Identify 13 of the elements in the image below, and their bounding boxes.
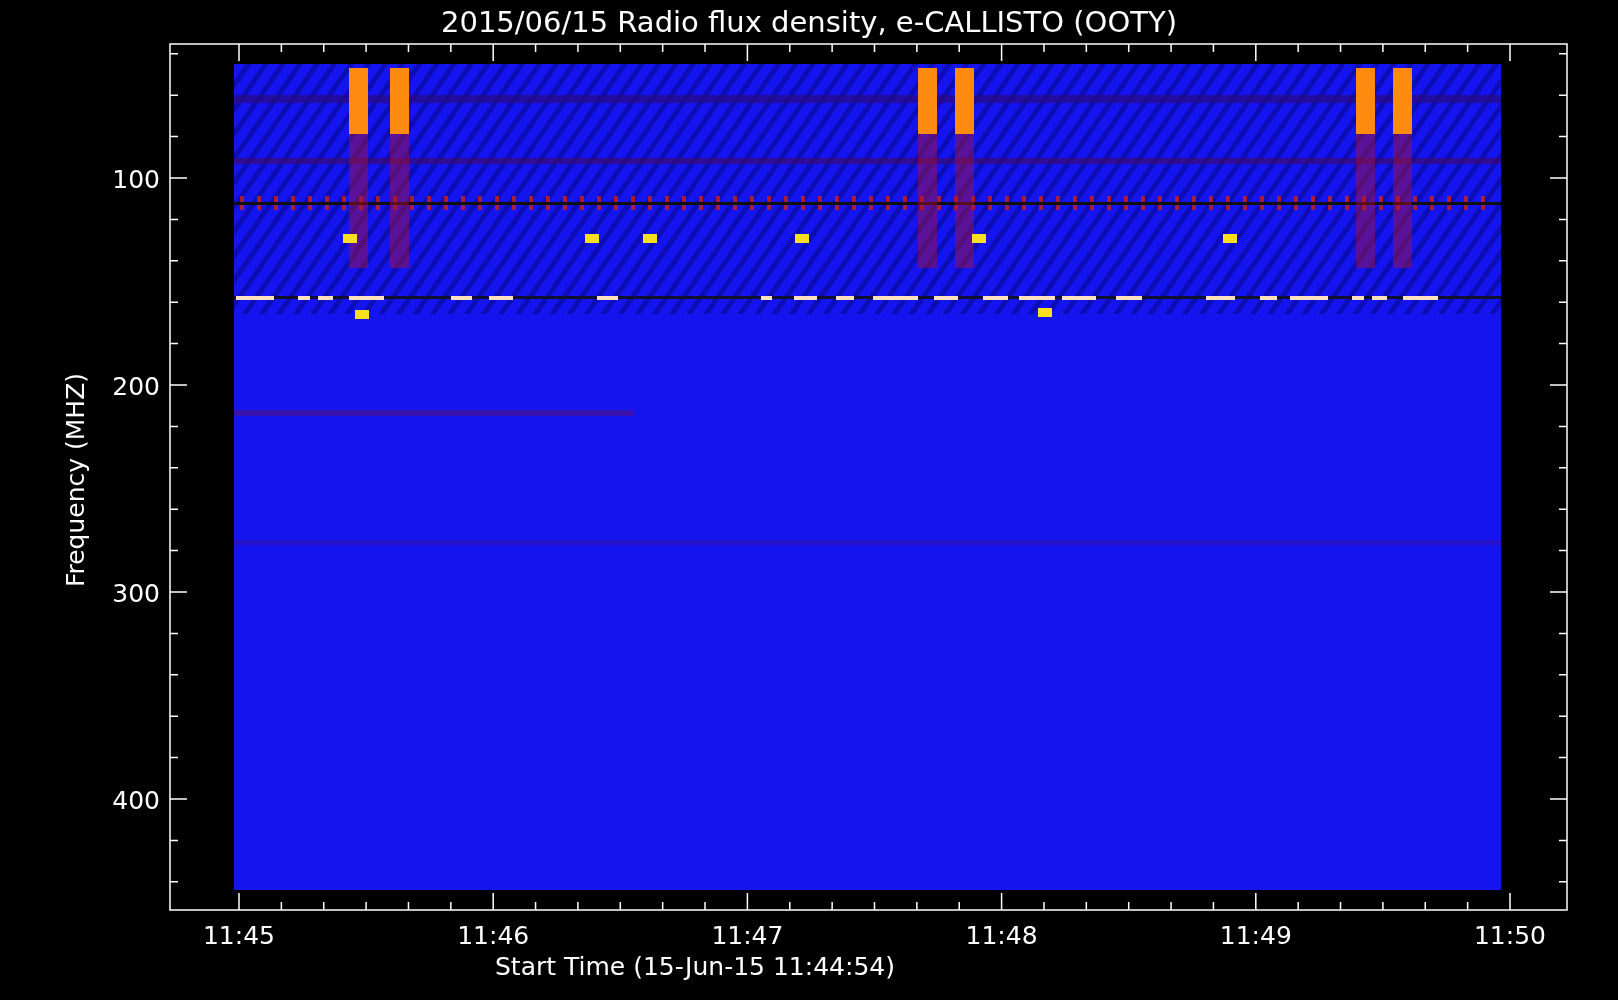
x-tick-label: 11:48 <box>965 921 1038 950</box>
x-tick-label: 11:47 <box>711 921 784 950</box>
y-tick-label: 100 <box>112 165 160 194</box>
x-tick-label: 11:45 <box>203 921 275 950</box>
y-tick-label: 400 <box>112 786 160 815</box>
x-tick-label: 11:46 <box>457 921 530 950</box>
chart-title: 2015/06/15 Radio flux density, e-CALLISTO (OOTY) <box>441 5 1177 39</box>
x-axis-label: Start Time (15-Jun-15 11:44:54) <box>495 952 895 981</box>
y-tick-label: 300 <box>112 579 160 608</box>
y-tick-label: 200 <box>112 372 160 401</box>
x-tick-label: 11:49 <box>1219 921 1292 950</box>
y-axis-label: Frequency (MHZ) <box>61 372 90 588</box>
x-tick-label: 11:50 <box>1474 921 1546 950</box>
